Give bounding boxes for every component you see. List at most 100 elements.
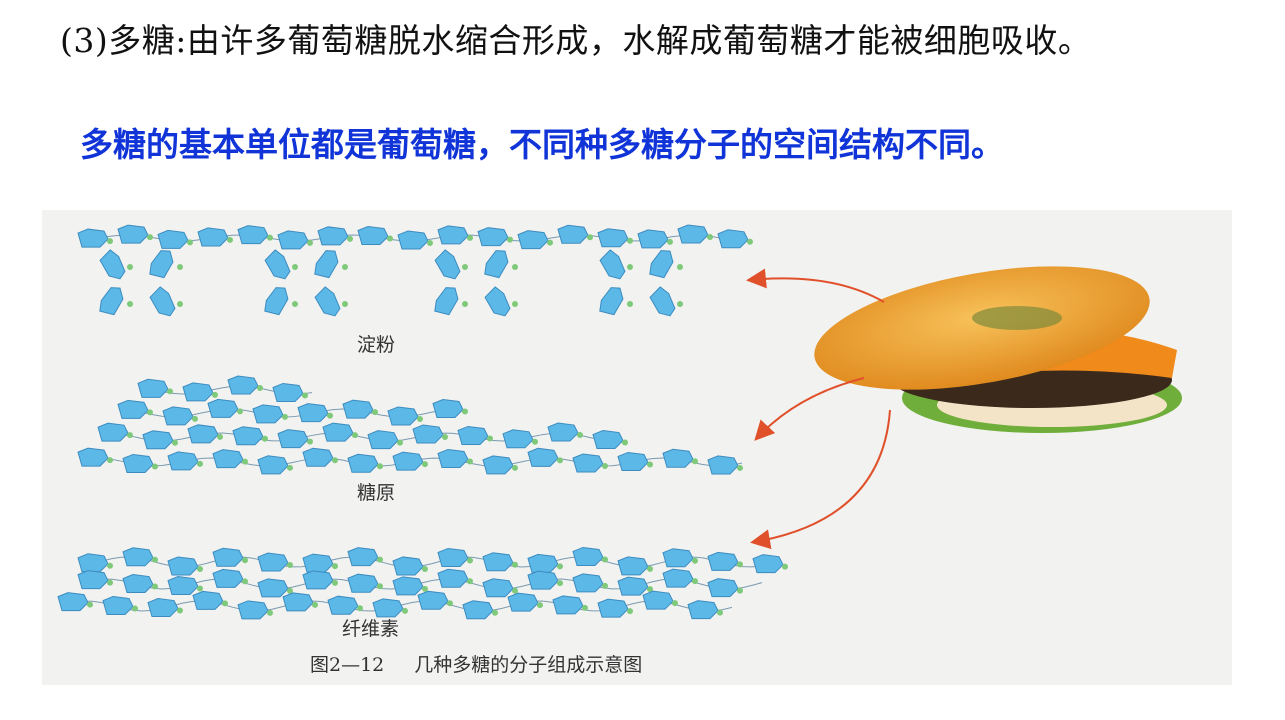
glucose-unit — [687, 600, 719, 620]
glucose-unit — [547, 422, 579, 442]
glucose-unit — [617, 576, 649, 596]
glucose-unit — [392, 576, 424, 596]
glycosidic-bond — [462, 408, 468, 415]
glycosidic-bond — [187, 239, 193, 246]
starch-label: 淀粉 — [357, 334, 396, 356]
glycosidic-bond — [227, 236, 233, 243]
glucose-unit — [122, 453, 154, 473]
glycosidic-bond — [377, 556, 383, 563]
glucose-unit — [572, 453, 604, 473]
glycosidic-bond — [192, 415, 198, 422]
glycosidic-bond — [127, 432, 133, 439]
glycosidic-bond — [462, 301, 468, 307]
molecule-diagram — [57, 224, 1182, 620]
glucose-unit — [572, 573, 604, 593]
glucose-unit — [117, 399, 149, 419]
glucose-unit — [77, 570, 109, 590]
glycogen-label: 糖原 — [357, 482, 396, 504]
glucose-unit — [392, 556, 424, 576]
glucose-unit — [77, 228, 109, 248]
glucose-unit — [437, 547, 469, 567]
glucose-unit — [502, 429, 534, 449]
figure-caption: 图2—12 几种多糖的分子组成示意图 — [310, 654, 643, 676]
glycosidic-bond — [332, 579, 338, 586]
arrow-to-glycogen — [754, 377, 865, 441]
glycosidic-bond — [242, 458, 248, 465]
glycosidic-bond — [672, 600, 678, 607]
glucose-unit — [182, 382, 214, 402]
glycosidic-bond — [177, 607, 183, 614]
glucose-unit — [257, 455, 289, 475]
glucose-unit — [142, 430, 174, 450]
glucose-unit — [157, 229, 189, 249]
glycosidic-bond — [462, 264, 468, 270]
glucose-unit — [147, 598, 179, 618]
glucose-unit — [677, 224, 709, 244]
glucose-unit — [477, 227, 509, 247]
glycosidic-bond — [152, 583, 158, 590]
glucose-unit — [99, 249, 126, 280]
glucose-unit — [417, 590, 449, 610]
glycosidic-bond — [222, 600, 228, 607]
glucose-unit — [412, 424, 444, 444]
glycosidic-bond — [692, 557, 698, 564]
glycosidic-bond — [467, 578, 473, 585]
glucose-unit — [237, 225, 269, 245]
food-illustration — [814, 266, 1182, 433]
highlight-text: 多糖的基本单位都是葡萄糖，不同种多糖分子的空间结构不同。 — [80, 125, 1004, 164]
glucose-unit — [302, 570, 334, 590]
glucose-unit — [462, 600, 494, 620]
glucose-unit — [552, 595, 584, 615]
glucose-unit — [277, 429, 309, 449]
glucose-unit — [137, 378, 169, 398]
glycosidic-bond — [537, 602, 543, 609]
glucose-unit — [317, 226, 349, 246]
glucose-unit — [527, 447, 559, 467]
glycosidic-bond — [197, 565, 203, 572]
glucose-unit — [167, 576, 199, 596]
glycosidic-bond — [267, 234, 273, 241]
glycosidic-bond — [147, 409, 153, 416]
polysaccharide-figure: 淀粉 糖原 纤维素 图2—12 几种多糖的分子组成示意图 — [42, 210, 1232, 685]
glucose-unit — [322, 422, 354, 442]
glucose-unit — [347, 547, 379, 567]
glycosidic-bond — [692, 458, 698, 465]
glycosidic-bond — [677, 301, 683, 307]
glycosidic-bond — [547, 239, 553, 246]
glucose-unit — [527, 570, 559, 590]
glycosidic-bond — [512, 561, 518, 568]
glycosidic-bond — [507, 236, 513, 243]
glycosidic-bond — [557, 563, 563, 570]
glycosidic-bond — [442, 434, 448, 441]
glycosidic-bond — [467, 234, 473, 241]
glucose-unit — [342, 399, 374, 419]
glucose-unit — [212, 449, 244, 469]
glycosidic-bond — [327, 412, 333, 419]
glucose-unit — [649, 250, 674, 279]
glucose-unit — [297, 403, 329, 423]
glycosidic-bond — [292, 301, 298, 307]
glycosidic-bond — [242, 578, 248, 585]
glucose-unit — [264, 249, 291, 280]
glucose-unit — [187, 424, 219, 444]
glycosidic-bond — [677, 264, 683, 270]
glycosidic-bond — [692, 578, 698, 585]
glucose-unit — [642, 590, 674, 610]
glucose-unit — [392, 451, 424, 471]
glycosidic-bond — [287, 562, 293, 569]
glucose-unit — [212, 547, 244, 567]
glycosidic-bond — [242, 557, 248, 564]
glycosidic-bond — [557, 457, 563, 464]
glycosidic-bond — [512, 301, 518, 307]
glycosidic-bond — [737, 464, 743, 471]
glycosidic-bond — [107, 579, 113, 586]
glycosidic-bond — [152, 556, 158, 563]
glycosidic-bond — [447, 600, 453, 607]
glycosidic-bond — [212, 391, 218, 398]
glucose-unit — [597, 598, 629, 618]
glycosidic-bond — [627, 264, 633, 270]
glycosidic-bond — [467, 557, 473, 564]
glucose-unit — [167, 451, 199, 471]
glucose-unit — [437, 448, 469, 468]
glycosidic-bond — [557, 580, 563, 587]
